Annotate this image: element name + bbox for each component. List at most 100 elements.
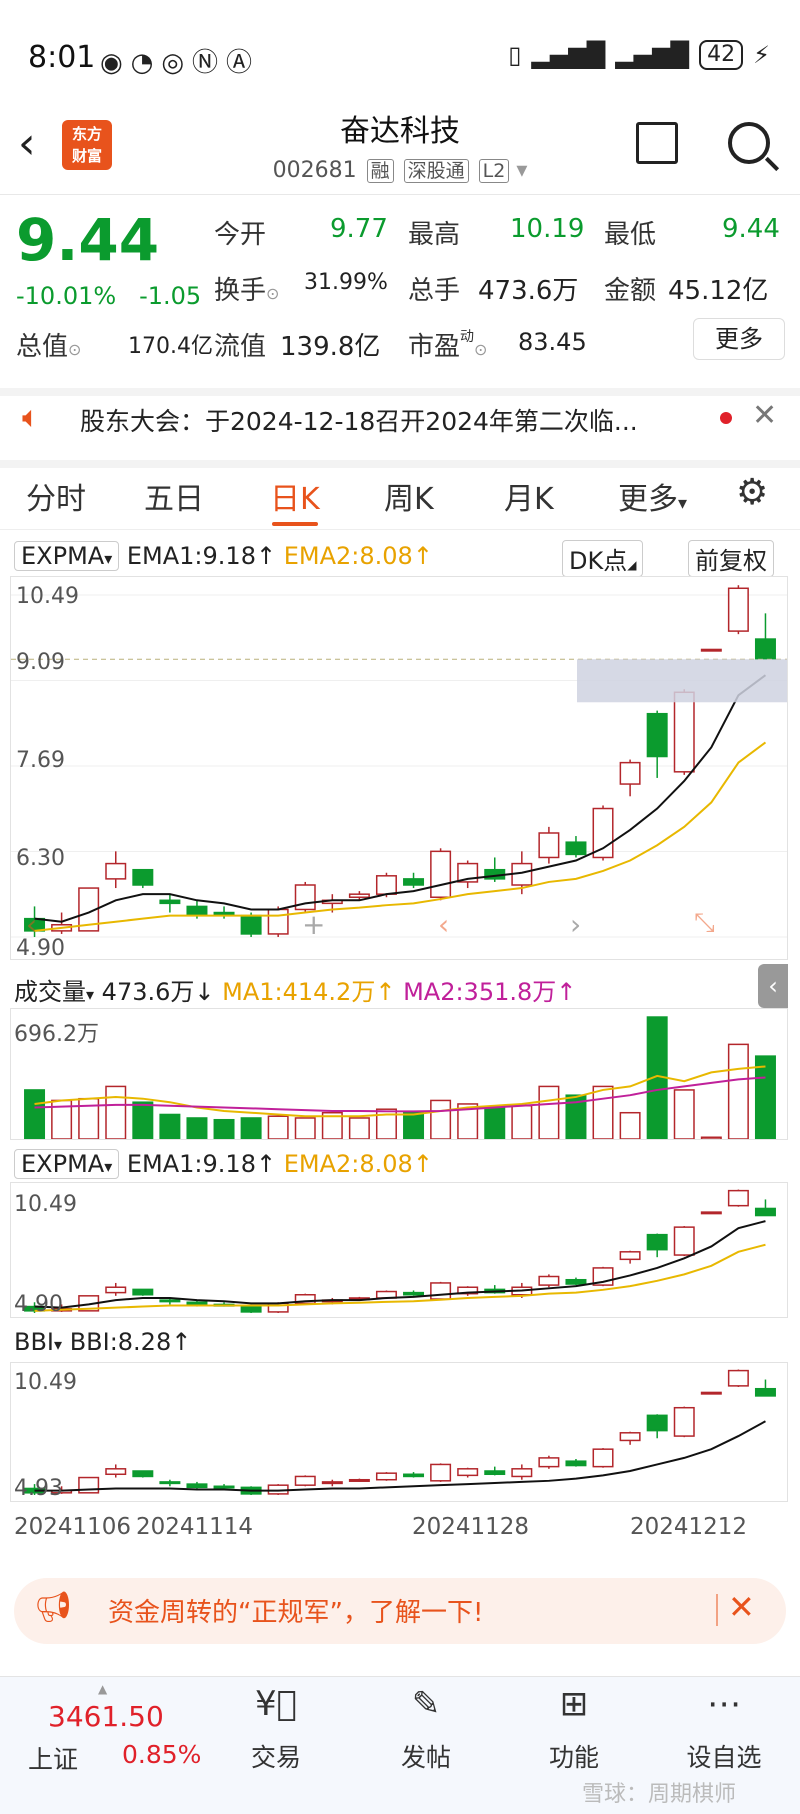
status-time: 8:01 [28, 40, 96, 75]
candle-body [565, 841, 587, 856]
bbi-line [34, 1420, 766, 1492]
volume-bar [511, 1104, 533, 1139]
field-open-value: 9.77 [330, 214, 388, 244]
y-label-2: 9.09 [16, 650, 65, 675]
candle-body [511, 1468, 533, 1478]
main-indicator-select[interactable]: EXPMA▾ [14, 541, 120, 571]
tab-weekly-k[interactable]: 周K [384, 474, 434, 518]
bbi-chart[interactable] [10, 1362, 788, 1502]
gear-icon[interactable]: ⚙ [736, 472, 768, 513]
candle-body [240, 914, 262, 935]
candle-body [132, 1288, 154, 1296]
candle-body [646, 1414, 668, 1432]
promo-text[interactable]: 资金周转的“正规军”，了解一下! [108, 1592, 483, 1629]
post-icon[interactable]: ✎ [366, 1684, 486, 1724]
tab-monthly-k[interactable]: 月K [504, 474, 554, 518]
candle-body [186, 905, 208, 917]
speaker-icon: 🔈︎ [22, 400, 40, 435]
bbi-value: BBI:8.28↑ [69, 1328, 192, 1356]
expand-icon[interactable]: ⤡ [694, 908, 715, 939]
functions-icon[interactable]: ⊞ [514, 1684, 634, 1724]
close-icon[interactable]: ✕ [752, 398, 777, 433]
candle-body [619, 761, 641, 785]
nav-watchlist[interactable]: 设自选 [664, 1738, 784, 1774]
volume-bar [159, 1113, 181, 1139]
charging-icon: ⚡ [753, 41, 770, 69]
candle-body [105, 1286, 127, 1294]
volume-chart[interactable] [10, 1008, 788, 1140]
volume-bar [132, 1101, 154, 1139]
candle-body [267, 908, 289, 935]
field-volume-label: 总手 [408, 276, 461, 306]
unread-dot [720, 412, 732, 424]
trade-icon[interactable]: ¥⃝ [216, 1684, 336, 1724]
candle-body [105, 1468, 127, 1476]
index-name[interactable]: 上证 [28, 1740, 78, 1776]
megaphone-icon: 📢︎ [34, 1590, 73, 1625]
battery-icon: 42 [699, 40, 744, 70]
scroll-left-icon[interactable]: ‹ [26, 908, 37, 941]
nav-trade[interactable]: 交易 [216, 1738, 336, 1774]
index-percent[interactable]: 0.85% [122, 1740, 201, 1769]
candle-body [159, 1299, 181, 1303]
field-amount-value: 45.12亿 [668, 276, 769, 306]
chevron-down-icon[interactable]: ▾ [516, 158, 527, 183]
candle-body [375, 875, 397, 895]
watermark-text: 雪球：周期棋师 [582, 1782, 737, 1807]
candle-body [592, 807, 614, 859]
side-panel-toggle[interactable]: ‹ [758, 964, 788, 1008]
share-icon[interactable] [636, 122, 678, 164]
candle-body [727, 587, 749, 632]
x-date-4: 20241212 [630, 1514, 748, 1540]
candle-body [403, 1473, 425, 1478]
field-low-label: 最低 [604, 220, 657, 250]
y-label-4: 6.30 [16, 846, 65, 871]
volume-bar [186, 1117, 208, 1139]
chevron-left-icon[interactable]: ‹ [438, 908, 449, 941]
chevron-right-icon[interactable]: › [570, 908, 581, 941]
more-quote-button[interactable]: 更多 [693, 318, 785, 360]
x-date-1: 20241106 [14, 1514, 132, 1540]
banner-close-icon[interactable]: ✕ [728, 1588, 755, 1626]
volume-bar [267, 1115, 289, 1139]
vibrate-icon: ▯ [508, 41, 522, 69]
candle-body [565, 1278, 587, 1285]
crosshair-icon[interactable]: + [302, 908, 325, 941]
search-icon[interactable] [728, 122, 770, 164]
index-value[interactable]: 3461.50 [48, 1700, 164, 1733]
field-low-value: 9.44 [722, 214, 780, 244]
status-notification-icons: ◉◔◎ⓃⒶ [100, 48, 261, 78]
candle-body [538, 1457, 560, 1468]
bbi-indicator-select[interactable]: BBI▾ [14, 1328, 62, 1356]
candle-body [213, 1485, 235, 1489]
volume-bar [754, 1055, 776, 1139]
volume-bar [348, 1117, 370, 1139]
kline-chart[interactable] [10, 576, 788, 960]
watchlist-icon[interactable]: ⋯ [664, 1684, 784, 1724]
candle-body [159, 1481, 181, 1485]
expma-indicator-select[interactable]: EXPMA▾ [14, 1149, 120, 1179]
nav-functions[interactable]: 功能 [514, 1738, 634, 1774]
tab-more[interactable]: 更多▾ [618, 474, 687, 518]
x-date-3: 20241128 [412, 1514, 530, 1540]
nav-post[interactable]: 发帖 [366, 1738, 486, 1774]
y-label-bottom: 4.90 [16, 936, 65, 961]
tab-intraday[interactable]: 分时 [26, 474, 86, 518]
volume-bar [727, 1043, 749, 1139]
expma-chart[interactable] [10, 1182, 788, 1318]
volume-bar [538, 1085, 560, 1139]
dk-point-button[interactable]: DK点◢ [562, 540, 644, 577]
tab-five-day[interactable]: 五日 [144, 474, 204, 518]
expma-ema1-label: EMA1:9.18↑ [126, 1150, 277, 1178]
volume-bar [213, 1118, 235, 1139]
tab-daily-k[interactable]: 日K [270, 474, 320, 518]
y-label-top: 10.49 [16, 584, 79, 609]
signal-icon: ▂▄▆█ [531, 41, 606, 69]
volume-indicator-select[interactable]: 成交量▾ [14, 978, 94, 1006]
candle-body [673, 1406, 695, 1437]
adjust-button[interactable]: 前复权 [688, 540, 774, 577]
candle-body [700, 1211, 722, 1215]
candle-body [754, 1207, 776, 1217]
candle-body [159, 899, 181, 905]
notice-text[interactable]: 股东大会：于2024-12-18召开2024年第二次临... [80, 402, 638, 438]
